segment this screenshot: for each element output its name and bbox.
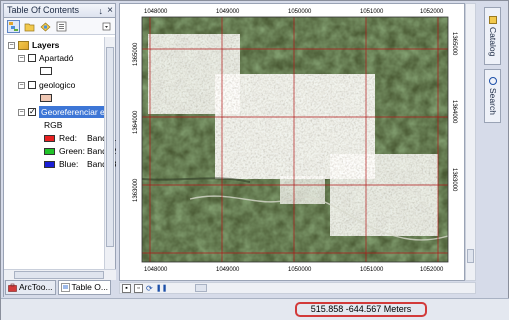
layer-row-geologico[interactable]: − geologico xyxy=(18,79,75,91)
scroll-thumb[interactable] xyxy=(106,47,114,247)
blue-band-swatch xyxy=(44,160,55,168)
bottom-tick: 1049000 xyxy=(216,267,240,273)
status-bar: 515.858 -644.567 Meters xyxy=(1,298,509,320)
right-dock: Catalog Search xyxy=(481,3,505,297)
tab-label: ArcToo... xyxy=(19,282,53,292)
refresh-icon[interactable]: ⟳ xyxy=(146,284,153,293)
arcmap-window: Table Of Contents ↓ × − Layers − Apartad… xyxy=(0,0,509,320)
top-tick: 1051000 xyxy=(360,9,384,15)
list-by-selection-button[interactable] xyxy=(55,20,68,33)
data-view-icon[interactable]: ▪ xyxy=(122,283,131,293)
layer-visibility-checkbox[interactable]: ✓ xyxy=(28,108,36,116)
layer-visibility-checkbox[interactable] xyxy=(28,54,36,62)
pin-icon[interactable]: ↓ xyxy=(99,5,104,18)
bottom-tick: 1050000 xyxy=(288,267,312,273)
search-dock-tab[interactable]: Search xyxy=(484,69,501,123)
map-horizontal-scroll-thumb[interactable] xyxy=(195,284,207,292)
toc-options-button[interactable] xyxy=(100,20,113,33)
list-by-visibility-button[interactable] xyxy=(39,20,52,33)
source-icon xyxy=(24,23,35,31)
map-view-toolbar: ▪ ▫ ⟳ ❚❚ xyxy=(119,282,476,294)
collapse-icon[interactable]: − xyxy=(8,41,15,49)
catalog-dock-tab[interactable]: Catalog xyxy=(484,7,501,65)
scroll-thumb[interactable] xyxy=(467,249,474,263)
rgb-label: RGB xyxy=(44,120,63,130)
catalog-icon xyxy=(488,15,497,24)
map-view[interactable]: 1048000 1049000 1050000 1051000 1052000 … xyxy=(119,3,465,281)
close-icon[interactable]: × xyxy=(107,4,113,17)
right-tick: 1363000 xyxy=(451,168,457,192)
layer-row-apartado[interactable]: − Apartadó xyxy=(18,52,74,64)
layer-label-selected: Georeferenciar en xyxy=(39,106,112,118)
bottom-tick: 1051000 xyxy=(360,267,384,273)
hollow-polygon-symbol[interactable] xyxy=(40,67,52,75)
layers-icon xyxy=(18,40,29,50)
list-by-source-button[interactable] xyxy=(23,20,36,33)
toc-toolbar xyxy=(4,18,115,35)
left-tick: 1363000 xyxy=(133,178,139,202)
layer-symbol-geologico[interactable] xyxy=(40,92,56,104)
bottom-tick: 1048000 xyxy=(144,267,168,273)
selection-list-icon xyxy=(56,21,67,31)
layer-label: geologico xyxy=(39,80,76,90)
coordinate-readout: 515.858 -644.567 Meters xyxy=(295,302,427,317)
bottom-tick: 1052000 xyxy=(420,267,444,273)
layer-row-georeferenciar[interactable]: − ✓ Georeferenciar en xyxy=(18,106,112,118)
toc-vertical-scrollbar[interactable] xyxy=(104,37,115,269)
band-channel: Red: xyxy=(59,133,77,143)
layer-tree: − Layers − Apartadó − geologico − ✓ Geor… xyxy=(4,37,116,269)
toc-title-bar: Table Of Contents ↓ × xyxy=(4,4,115,18)
left-tick: 1364000 xyxy=(133,110,139,134)
layers-root-label: Layers xyxy=(32,40,60,50)
right-tick: 1364000 xyxy=(451,100,457,124)
layer-visibility-checkbox[interactable] xyxy=(28,81,36,89)
band-channel: Blue: xyxy=(59,159,79,169)
top-tick: 1052000 xyxy=(420,9,444,15)
toolbox-icon xyxy=(8,283,17,292)
left-tick: 1365000 xyxy=(133,42,139,66)
layer-label: Apartadó xyxy=(39,53,74,63)
toc-horizontal-scrollbar[interactable] xyxy=(4,269,116,280)
green-band-swatch xyxy=(44,147,55,155)
collapse-icon[interactable]: − xyxy=(18,108,25,116)
rgb-row: RGB xyxy=(44,119,62,131)
drawing-order-icon xyxy=(9,21,18,31)
toc-icon xyxy=(60,283,70,292)
options-icon xyxy=(102,22,111,30)
table-of-contents-panel: Table Of Contents ↓ × − Layers − Apartad… xyxy=(3,3,116,297)
search-label: Search xyxy=(488,88,498,115)
top-tick: 1048000 xyxy=(144,9,168,15)
red-band-swatch xyxy=(44,134,55,142)
list-by-drawing-order-button[interactable] xyxy=(7,19,20,33)
layer-symbol-apartado[interactable] xyxy=(40,65,56,77)
satellite-image xyxy=(142,17,448,262)
layout-view-icon[interactable]: ▫ xyxy=(134,283,143,293)
filled-polygon-symbol[interactable] xyxy=(40,94,52,102)
tab-arctoolbox[interactable]: ArcToo... xyxy=(5,280,56,295)
map-vertical-scrollbar[interactable] xyxy=(465,3,476,281)
collapse-icon[interactable]: − xyxy=(18,54,25,62)
collapse-icon[interactable]: − xyxy=(18,81,25,89)
top-tick: 1049000 xyxy=(216,9,240,15)
tab-table-of-contents[interactable]: Table O... xyxy=(57,280,111,295)
map-canvas[interactable]: 1048000 1049000 1050000 1051000 1052000 … xyxy=(120,4,465,281)
search-icon xyxy=(488,77,497,86)
tab-label: Table O... xyxy=(71,282,108,292)
top-tick: 1050000 xyxy=(288,9,312,15)
dock-tabs: ArcToo... Table O... xyxy=(4,280,116,297)
right-tick: 1365000 xyxy=(451,32,457,56)
catalog-label: Catalog xyxy=(488,26,498,57)
band-channel: Green: xyxy=(59,146,85,156)
visibility-icon xyxy=(40,22,51,31)
layers-root-row[interactable]: − Layers xyxy=(8,39,59,51)
scroll-thumb[interactable] xyxy=(14,271,104,279)
pause-drawing-icon[interactable]: ❚❚ xyxy=(156,284,168,292)
toc-title: Table Of Contents xyxy=(7,5,80,15)
